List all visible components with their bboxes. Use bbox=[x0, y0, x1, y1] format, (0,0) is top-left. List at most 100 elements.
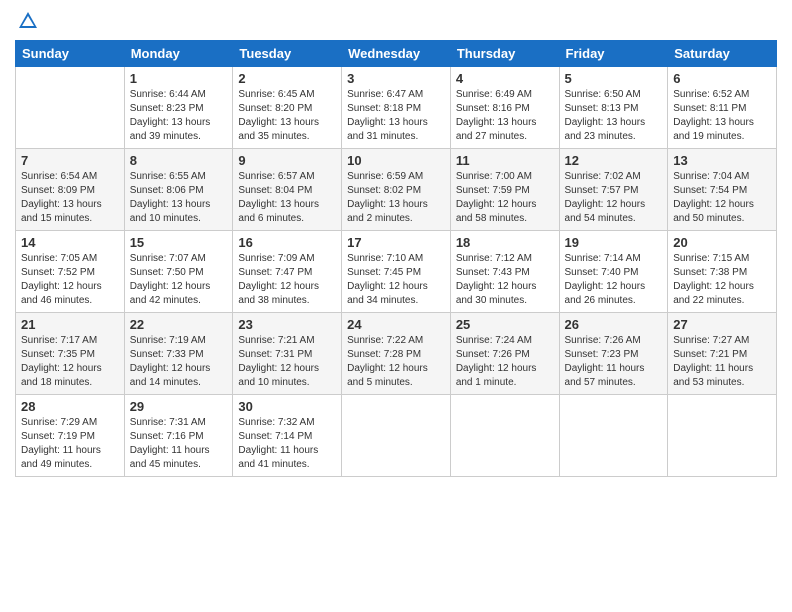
calendar-cell: 26 Sunrise: 7:26 AM Sunset: 7:23 PM Dayli… bbox=[559, 313, 668, 395]
day-number: 4 bbox=[456, 71, 554, 86]
header-day-tuesday: Tuesday bbox=[233, 41, 342, 67]
day-info: Sunrise: 7:27 AM Sunset: 7:21 PM Dayligh… bbox=[673, 334, 771, 390]
day-number: 30 bbox=[238, 399, 336, 414]
calendar-cell: 30 Sunrise: 7:32 AM Sunset: 7:14 PM Dayli… bbox=[233, 395, 342, 477]
calendar-cell: 27 Sunrise: 7:27 AM Sunset: 7:21 PM Dayli… bbox=[668, 313, 777, 395]
day-info: Sunrise: 7:12 AM Sunset: 7:43 PM Dayligh… bbox=[456, 252, 554, 308]
calendar-cell bbox=[342, 395, 451, 477]
day-info: Sunrise: 7:05 AM Sunset: 7:52 PM Dayligh… bbox=[21, 252, 119, 308]
day-number: 14 bbox=[21, 235, 119, 250]
calendar-cell: 15 Sunrise: 7:07 AM Sunset: 7:50 PM Dayli… bbox=[124, 231, 233, 313]
calendar-cell: 21Sunrise: 7:17 AM Sunset: 7:35 PM Dayli… bbox=[16, 313, 125, 395]
day-info: Sunrise: 6:52 AM Sunset: 8:11 PM Dayligh… bbox=[673, 88, 771, 144]
day-info: Sunrise: 7:10 AM Sunset: 7:45 PM Dayligh… bbox=[347, 252, 445, 308]
calendar-cell: 22Sunrise: 7:19 AM Sunset: 7:33 PM Dayli… bbox=[124, 313, 233, 395]
day-number: 24 bbox=[347, 317, 445, 332]
day-number: 17 bbox=[347, 235, 445, 250]
calendar-cell: 2 Sunrise: 6:45 AM Sunset: 8:20 PM Daylig… bbox=[233, 67, 342, 149]
calendar-week-3: 14 Sunrise: 7:05 AM Sunset: 7:52 PM Dayli… bbox=[16, 231, 777, 313]
day-number: 1 bbox=[130, 71, 228, 86]
calendar-cell: 5Sunrise: 6:50 AM Sunset: 8:13 PM Daylig… bbox=[559, 67, 668, 149]
day-number: 26 bbox=[565, 317, 663, 332]
day-info: Sunrise: 6:54 AM Sunset: 8:09 PM Dayligh… bbox=[21, 170, 119, 226]
calendar-cell: 7 Sunrise: 6:54 AM Sunset: 8:09 PM Daylig… bbox=[16, 149, 125, 231]
day-info: Sunrise: 7:14 AM Sunset: 7:40 PM Dayligh… bbox=[565, 252, 663, 308]
day-number: 15 bbox=[130, 235, 228, 250]
calendar-cell: 4 Sunrise: 6:49 AM Sunset: 8:16 PM Daylig… bbox=[450, 67, 559, 149]
day-info: Sunrise: 6:49 AM Sunset: 8:16 PM Dayligh… bbox=[456, 88, 554, 144]
day-info: Sunrise: 7:15 AM Sunset: 7:38 PM Dayligh… bbox=[673, 252, 771, 308]
day-number: 11 bbox=[456, 153, 554, 168]
day-number: 20 bbox=[673, 235, 771, 250]
calendar-cell: 3 Sunrise: 6:47 AM Sunset: 8:18 PM Daylig… bbox=[342, 67, 451, 149]
day-number: 13 bbox=[673, 153, 771, 168]
day-number: 16 bbox=[238, 235, 336, 250]
day-info: Sunrise: 7:21 AM Sunset: 7:31 PM Dayligh… bbox=[238, 334, 336, 390]
day-number: 8 bbox=[130, 153, 228, 168]
header-day-saturday: Saturday bbox=[668, 41, 777, 67]
day-info: Sunrise: 6:47 AM Sunset: 8:18 PM Dayligh… bbox=[347, 88, 445, 144]
calendar-cell: 24Sunrise: 7:22 AM Sunset: 7:28 PM Dayli… bbox=[342, 313, 451, 395]
day-number: 22 bbox=[130, 317, 228, 332]
day-info: Sunrise: 6:45 AM Sunset: 8:20 PM Dayligh… bbox=[238, 88, 336, 144]
calendar-cell: 10Sunrise: 6:59 AM Sunset: 8:02 PM Dayli… bbox=[342, 149, 451, 231]
day-info: Sunrise: 6:57 AM Sunset: 8:04 PM Dayligh… bbox=[238, 170, 336, 226]
calendar-header-row: SundayMondayTuesdayWednesdayThursdayFrid… bbox=[16, 41, 777, 67]
calendar-cell: 12 Sunrise: 7:02 AM Sunset: 7:57 PM Dayli… bbox=[559, 149, 668, 231]
calendar-cell: 29 Sunrise: 7:31 AM Sunset: 7:16 PM Dayli… bbox=[124, 395, 233, 477]
calendar-cell: 8 Sunrise: 6:55 AM Sunset: 8:06 PM Daylig… bbox=[124, 149, 233, 231]
calendar-cell: 18 Sunrise: 7:12 AM Sunset: 7:43 PM Dayli… bbox=[450, 231, 559, 313]
day-number: 7 bbox=[21, 153, 119, 168]
header-day-wednesday: Wednesday bbox=[342, 41, 451, 67]
day-number: 29 bbox=[130, 399, 228, 414]
day-number: 9 bbox=[238, 153, 336, 168]
calendar-week-1: 1 Sunrise: 6:44 AM Sunset: 8:23 PM Daylig… bbox=[16, 67, 777, 149]
day-number: 23 bbox=[238, 317, 336, 332]
header-day-friday: Friday bbox=[559, 41, 668, 67]
calendar-cell bbox=[559, 395, 668, 477]
calendar-week-4: 21Sunrise: 7:17 AM Sunset: 7:35 PM Dayli… bbox=[16, 313, 777, 395]
day-number: 12 bbox=[565, 153, 663, 168]
calendar-cell bbox=[450, 395, 559, 477]
day-number: 10 bbox=[347, 153, 445, 168]
calendar-cell bbox=[16, 67, 125, 149]
page-container: SundayMondayTuesdayWednesdayThursdayFrid… bbox=[0, 0, 792, 487]
day-info: Sunrise: 7:09 AM Sunset: 7:47 PM Dayligh… bbox=[238, 252, 336, 308]
calendar-cell: 11Sunrise: 7:00 AM Sunset: 7:59 PM Dayli… bbox=[450, 149, 559, 231]
logo-icon bbox=[17, 10, 39, 32]
day-info: Sunrise: 6:44 AM Sunset: 8:23 PM Dayligh… bbox=[130, 88, 228, 144]
calendar-cell: 17 Sunrise: 7:10 AM Sunset: 7:45 PM Dayli… bbox=[342, 231, 451, 313]
day-info: Sunrise: 7:31 AM Sunset: 7:16 PM Dayligh… bbox=[130, 416, 228, 472]
header bbox=[15, 10, 777, 32]
day-info: Sunrise: 7:29 AM Sunset: 7:19 PM Dayligh… bbox=[21, 416, 119, 472]
day-info: Sunrise: 6:50 AM Sunset: 8:13 PM Dayligh… bbox=[565, 88, 663, 144]
day-number: 21 bbox=[21, 317, 119, 332]
day-number: 28 bbox=[21, 399, 119, 414]
day-info: Sunrise: 6:55 AM Sunset: 8:06 PM Dayligh… bbox=[130, 170, 228, 226]
calendar-cell: 14 Sunrise: 7:05 AM Sunset: 7:52 PM Dayli… bbox=[16, 231, 125, 313]
day-info: Sunrise: 7:07 AM Sunset: 7:50 PM Dayligh… bbox=[130, 252, 228, 308]
day-number: 3 bbox=[347, 71, 445, 86]
day-number: 2 bbox=[238, 71, 336, 86]
day-info: Sunrise: 7:24 AM Sunset: 7:26 PM Dayligh… bbox=[456, 334, 554, 390]
calendar-cell: 20 Sunrise: 7:15 AM Sunset: 7:38 PM Dayli… bbox=[668, 231, 777, 313]
calendar-cell: 19Sunrise: 7:14 AM Sunset: 7:40 PM Dayli… bbox=[559, 231, 668, 313]
calendar-cell: 28 Sunrise: 7:29 AM Sunset: 7:19 PM Dayli… bbox=[16, 395, 125, 477]
day-info: Sunrise: 7:02 AM Sunset: 7:57 PM Dayligh… bbox=[565, 170, 663, 226]
day-number: 18 bbox=[456, 235, 554, 250]
calendar-week-5: 28 Sunrise: 7:29 AM Sunset: 7:19 PM Dayli… bbox=[16, 395, 777, 477]
calendar-cell: 6 Sunrise: 6:52 AM Sunset: 8:11 PM Daylig… bbox=[668, 67, 777, 149]
day-number: 27 bbox=[673, 317, 771, 332]
day-info: Sunrise: 7:32 AM Sunset: 7:14 PM Dayligh… bbox=[238, 416, 336, 472]
calendar-cell: 25Sunrise: 7:24 AM Sunset: 7:26 PM Dayli… bbox=[450, 313, 559, 395]
calendar-cell: 1 Sunrise: 6:44 AM Sunset: 8:23 PM Daylig… bbox=[124, 67, 233, 149]
calendar-table: SundayMondayTuesdayWednesdayThursdayFrid… bbox=[15, 40, 777, 477]
calendar-cell bbox=[668, 395, 777, 477]
day-info: Sunrise: 7:26 AM Sunset: 7:23 PM Dayligh… bbox=[565, 334, 663, 390]
calendar-cell: 23 Sunrise: 7:21 AM Sunset: 7:31 PM Dayli… bbox=[233, 313, 342, 395]
header-day-thursday: Thursday bbox=[450, 41, 559, 67]
header-day-monday: Monday bbox=[124, 41, 233, 67]
calendar-week-2: 7 Sunrise: 6:54 AM Sunset: 8:09 PM Daylig… bbox=[16, 149, 777, 231]
calendar-cell: 9 Sunrise: 6:57 AM Sunset: 8:04 PM Daylig… bbox=[233, 149, 342, 231]
day-number: 6 bbox=[673, 71, 771, 86]
